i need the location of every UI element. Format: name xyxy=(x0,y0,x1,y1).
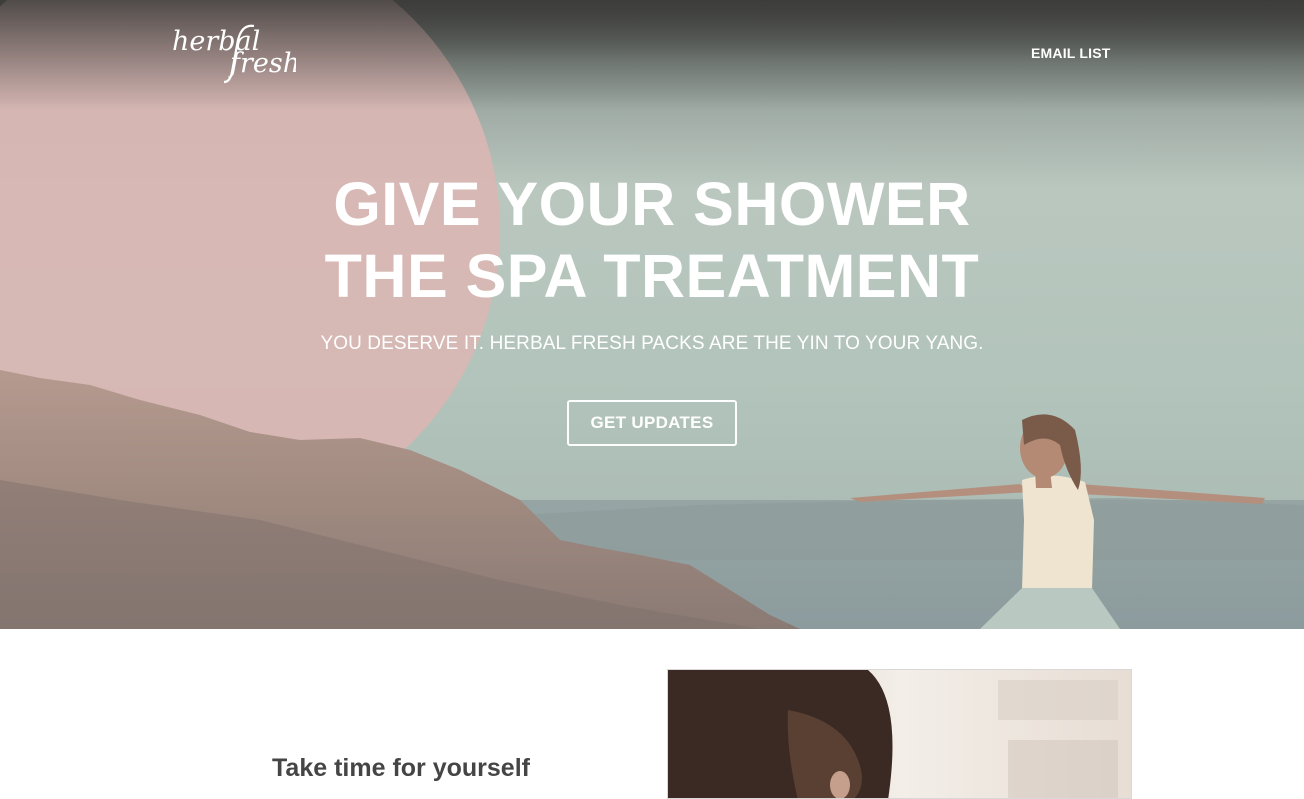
hero-background-image xyxy=(0,0,1304,629)
email-list-nav-link[interactable]: EMAIL LIST xyxy=(1031,45,1111,61)
headline-line-1: GIVE YOUR SHOWER xyxy=(333,170,971,238)
woman-hair-photo xyxy=(667,669,1132,799)
hero-headline: GIVE YOUR SHOWER THE SPA TREATMENT xyxy=(252,168,1052,312)
hero-subheadline: YOU DESERVE IT. HERBAL FRESH PACKS ARE T… xyxy=(320,333,984,354)
feature-heading: Take time for yourself xyxy=(272,754,530,782)
herbal-fresh-logo[interactable]: herbal fresh xyxy=(172,20,296,86)
svg-text:fresh: fresh xyxy=(228,48,296,79)
woman-hair-image xyxy=(668,670,1131,798)
get-updates-button[interactable]: GET UPDATES xyxy=(567,400,737,446)
headline-line-2: THE SPA TREATMENT xyxy=(324,242,980,310)
hero-section: herbal fresh EMAIL LIST GIVE YOUR SHOWER… xyxy=(0,0,1304,629)
